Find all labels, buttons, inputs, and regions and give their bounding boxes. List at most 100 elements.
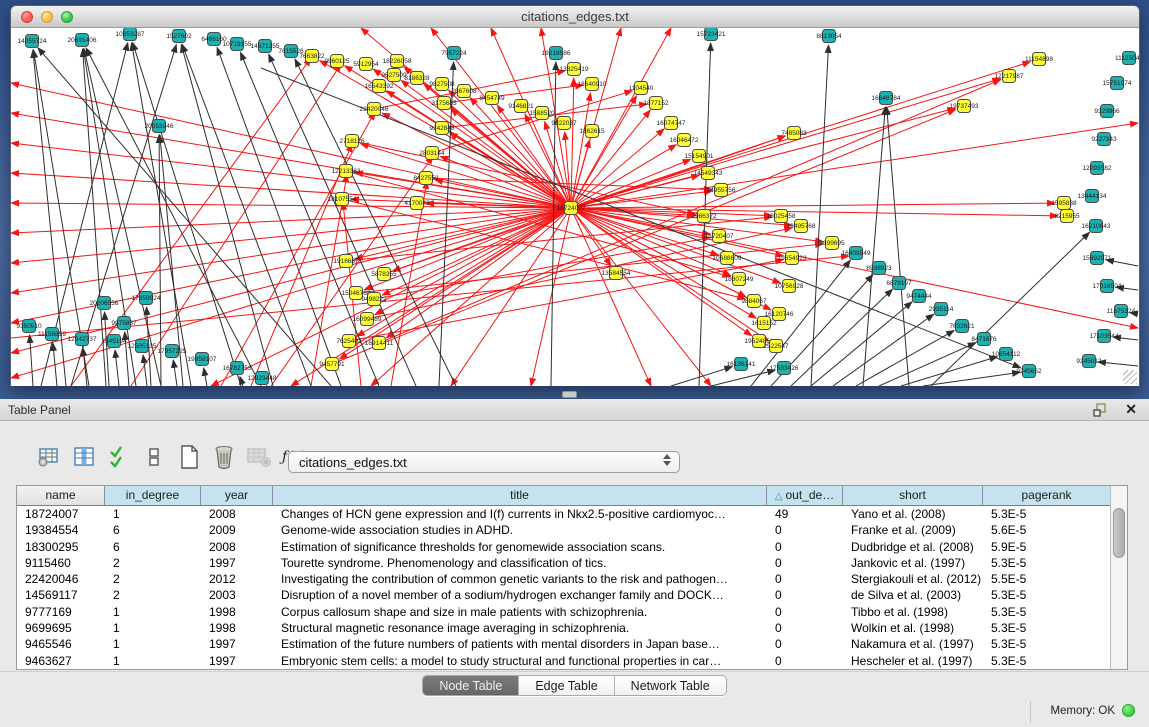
graph-node[interactable]: 12942737: [68, 333, 97, 346]
table-cell[interactable]: 5.9E-5: [983, 539, 1110, 555]
table-cell[interactable]: 6: [105, 522, 201, 538]
close-panel-icon[interactable]: ✕: [1125, 401, 1137, 418]
citation-edge[interactable]: [211, 208, 571, 386]
table-cell[interactable]: 1: [105, 636, 201, 652]
table-cell[interactable]: 5.3E-5: [983, 506, 1110, 522]
graph-node[interactable]: 8215955: [1054, 210, 1080, 223]
citation-edge[interactable]: [391, 181, 427, 386]
table-cell[interactable]: Tibbo et al. (1998): [843, 604, 983, 620]
table-cell[interactable]: Genome-wide association studies in ADHD.: [273, 522, 767, 538]
table-cell[interactable]: 5.3E-5: [983, 653, 1110, 669]
table-cell[interactable]: 1: [105, 506, 201, 522]
edge[interactable]: [811, 45, 829, 386]
graph-node[interactable]: 16648784: [872, 92, 901, 105]
edge[interactable]: [30, 335, 33, 386]
table-cell[interactable]: 5.3E-5: [983, 620, 1110, 636]
graph-node[interactable]: 12093582: [1083, 162, 1112, 175]
graph-node[interactable]: 9329966: [1094, 105, 1120, 118]
edge[interactable]: [931, 232, 1090, 386]
graph-node[interactable]: 7986372: [691, 210, 717, 223]
graph-node[interactable]: 1104540: [629, 82, 654, 95]
graph-node[interactable]: 1545194: [101, 335, 127, 348]
edge[interactable]: [182, 44, 311, 386]
table-row[interactable]: 911546021997Tourette syndrome. Phenomeno…: [17, 555, 1110, 571]
edge[interactable]: [83, 348, 87, 386]
graph-node[interactable]: 8186328: [404, 72, 430, 85]
memory-ok-indicator[interactable]: [1122, 704, 1135, 717]
graph-node[interactable]: 16210643: [1082, 220, 1111, 233]
graph-node[interactable]: 19958107: [188, 353, 217, 366]
table-cell[interactable]: Disruption of a novel member of a sodium…: [273, 587, 767, 603]
table-cell[interactable]: 14569117: [17, 587, 105, 603]
table-cell[interactable]: 0: [767, 653, 843, 669]
table-cell[interactable]: 0: [767, 587, 843, 603]
graph-node[interactable]: 14055724: [18, 35, 47, 48]
citation-edge[interactable]: [432, 91, 632, 153]
edge[interactable]: [143, 355, 147, 386]
float-panel-icon[interactable]: [1093, 402, 1109, 418]
table-cell[interactable]: 5.6E-5: [983, 522, 1110, 538]
table-row[interactable]: 946362711997Embryonic stem cells: a mode…: [17, 653, 1110, 669]
citation-edge[interactable]: [379, 80, 1001, 343]
table-cell[interactable]: 9465546: [17, 636, 105, 652]
table-cell[interactable]: 9699695: [17, 620, 105, 636]
panel-divider-handle[interactable]: [562, 391, 577, 398]
table-cell[interactable]: Estimation of significance thresholds fo…: [273, 539, 767, 555]
edge[interactable]: [217, 47, 341, 386]
table-cell[interactable]: Changes of HCN gene expression and I(f) …: [273, 506, 767, 522]
table-cell[interactable]: 2009: [201, 522, 273, 538]
citation-edge[interactable]: [571, 110, 650, 208]
table-cell[interactable]: 2: [105, 555, 201, 571]
graph-node[interactable]: 2803144: [419, 147, 445, 160]
edge[interactable]: [811, 302, 912, 386]
column-header-in_degree[interactable]: in_degree: [105, 486, 201, 505]
table-cell[interactable]: Wolkin et al. (1998): [843, 620, 983, 636]
graph-node[interactable]: 17103544: [1090, 330, 1119, 343]
column-header-short[interactable]: short: [843, 486, 983, 505]
table-cell[interactable]: 49: [767, 506, 843, 522]
graph-node[interactable]: 14955756: [707, 184, 736, 197]
graph-node[interactable]: 16782753: [223, 362, 252, 375]
graph-node[interactable]: 20053346: [145, 120, 174, 133]
table-cell[interactable]: Yano et al. (2008): [843, 506, 983, 522]
table-cell[interactable]: 1: [105, 653, 201, 669]
graph-node[interactable]: 1877152: [643, 97, 669, 110]
graph-node[interactable]: 22420046: [360, 103, 389, 116]
edge[interactable]: [711, 370, 775, 386]
table-cell[interactable]: 5.3E-5: [983, 555, 1110, 571]
table-cell[interactable]: Structural magnetic resonance image aver…: [273, 620, 767, 636]
graph-node[interactable]: 16409549: [842, 247, 871, 260]
table-cell[interactable]: 9115460: [17, 555, 105, 571]
graph-node[interactable]: 2935114: [929, 303, 954, 316]
graph-node[interactable]: 14549343: [694, 167, 723, 180]
table-cell[interactable]: 1997: [201, 555, 273, 571]
graph-node[interactable]: 13325419: [560, 63, 589, 76]
graph-node[interactable]: 9245012: [1076, 355, 1102, 368]
table-cell[interactable]: 1: [105, 604, 201, 620]
scrollbar-thumb[interactable]: [1113, 508, 1125, 558]
edge[interactable]: [204, 368, 207, 386]
table-cell[interactable]: 1998: [201, 604, 273, 620]
citation-edge[interactable]: [71, 58, 311, 386]
table-cell[interactable]: 0: [767, 604, 843, 620]
table-selector-dropdown[interactable]: citations_edges.txt: [288, 451, 680, 473]
citation-edge[interactable]: [571, 140, 590, 208]
graph-node[interactable]: 10719155: [223, 38, 252, 51]
table-row[interactable]: 1872400712008Changes of HCN gene express…: [17, 506, 1110, 522]
table-cell[interactable]: 2008: [201, 539, 273, 555]
edge[interactable]: [1098, 362, 1138, 366]
table-cell[interactable]: 9777169: [17, 604, 105, 620]
table-cell[interactable]: Hescheler et al. (1997): [843, 653, 983, 669]
table-cell[interactable]: Stergiakouli et al. (2012): [843, 571, 983, 587]
table-row[interactable]: 969969511998Structural magnetic resonanc…: [17, 620, 1110, 636]
graph-node[interactable]: 9627509: [381, 69, 407, 82]
graph-node[interactable]: 15720407: [705, 230, 734, 243]
citation-edge[interactable]: [11, 208, 571, 263]
graph-node[interactable]: 14671355: [251, 40, 280, 53]
graph-node[interactable]: 20691406: [68, 34, 97, 47]
table-cell[interactable]: 5.3E-5: [983, 587, 1110, 603]
citation-edge[interactable]: [361, 144, 571, 208]
graph-node[interactable]: 1595838: [1051, 197, 1077, 210]
new-table-icon[interactable]: [176, 443, 202, 471]
table-cell[interactable]: 1997: [201, 636, 273, 652]
